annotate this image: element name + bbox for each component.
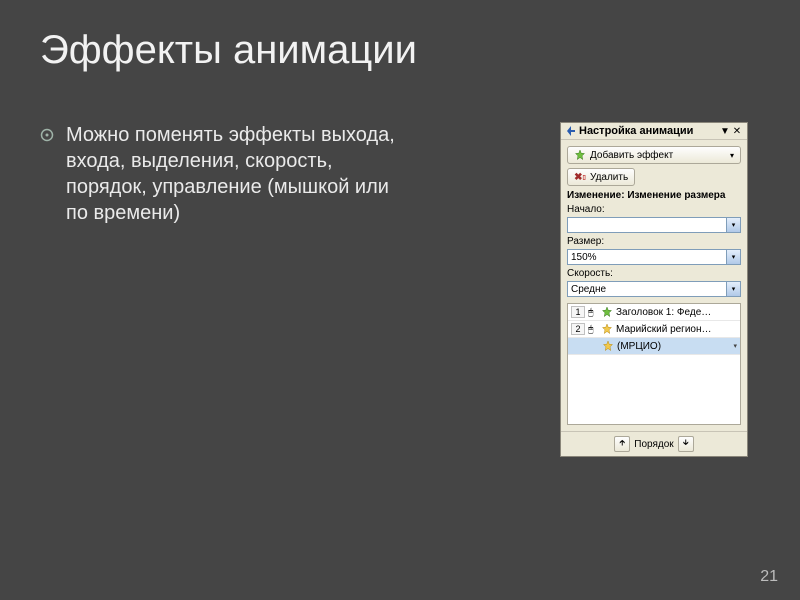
add-effect-button[interactable]: Добавить эффект ▾: [567, 146, 741, 164]
dropdown-caret-icon: ▾: [726, 282, 740, 296]
effect-order: 2: [571, 323, 585, 335]
effect-label: Марийский регион…: [616, 324, 737, 335]
effect-label: (МРЦИО): [617, 341, 730, 352]
speed-label: Скорость:: [567, 268, 741, 279]
page-number: 21: [760, 568, 778, 586]
panel-close-icon[interactable]: ✕: [731, 125, 743, 137]
effect-star-icon: [601, 323, 613, 335]
panel-footer: 🡱 Порядок 🡳: [561, 431, 747, 456]
dropdown-caret-icon[interactable]: ▾: [733, 342, 737, 350]
order-label: Порядок: [634, 439, 673, 450]
animation-panel: Настройка анимации ▼ ✕ Добавить эффект ▾…: [560, 122, 748, 457]
effect-label: Заголовок 1: Феде…: [616, 307, 737, 318]
star-icon: [574, 149, 586, 161]
remove-button[interactable]: ✖▯ Удалить: [567, 168, 635, 186]
effect-row[interactable]: (МРЦИО)▾: [568, 338, 740, 355]
effect-row[interactable]: 2🖱 Марийский регион…: [568, 321, 740, 338]
effect-star-icon: [601, 306, 613, 318]
move-up-button[interactable]: 🡱: [614, 436, 630, 452]
start-dropdown[interactable]: ▾: [567, 217, 741, 233]
panel-menu-dropdown-icon[interactable]: ▼: [719, 125, 731, 137]
remove-icon: ✖▯: [574, 171, 586, 183]
size-dropdown[interactable]: 150% ▾: [567, 249, 741, 265]
effect-order: 1: [571, 306, 585, 318]
effect-star-icon: [602, 340, 614, 352]
move-down-button[interactable]: 🡳: [678, 436, 694, 452]
panel-header: Настройка анимации ▼ ✕: [561, 123, 747, 140]
start-label: Начало:: [567, 204, 741, 215]
bullet-item: Можно поменять эффекты выхода, входа, вы…: [40, 122, 410, 226]
bullet-text: Можно поменять эффекты выхода, входа, вы…: [66, 122, 410, 226]
mouse-trigger-icon: 🖱: [588, 307, 598, 318]
add-effect-label: Добавить эффект: [590, 150, 673, 161]
speed-dropdown[interactable]: Средне ▾: [567, 281, 741, 297]
panel-title: Настройка анимации: [577, 125, 719, 137]
effect-row[interactable]: 1🖱 Заголовок 1: Феде…: [568, 304, 740, 321]
dropdown-caret-icon: ▾: [726, 218, 740, 232]
size-label: Размер:: [567, 236, 741, 247]
bullet-icon: [40, 128, 54, 147]
remove-label: Удалить: [590, 172, 628, 183]
slide-title: Эффекты анимации: [40, 28, 417, 73]
dropdown-caret-icon: ▾: [726, 250, 740, 264]
panel-back-icon[interactable]: [565, 125, 577, 137]
size-value: 150%: [568, 252, 726, 263]
effect-list: 1🖱 Заголовок 1: Феде… 2🖱 Марийский регион… (…: [567, 303, 741, 425]
speed-value: Средне: [568, 284, 726, 295]
change-section-label: Изменение: Изменение размера: [567, 190, 741, 201]
mouse-trigger-icon: 🖱: [588, 324, 598, 335]
dropdown-caret-icon: ▾: [730, 151, 734, 160]
